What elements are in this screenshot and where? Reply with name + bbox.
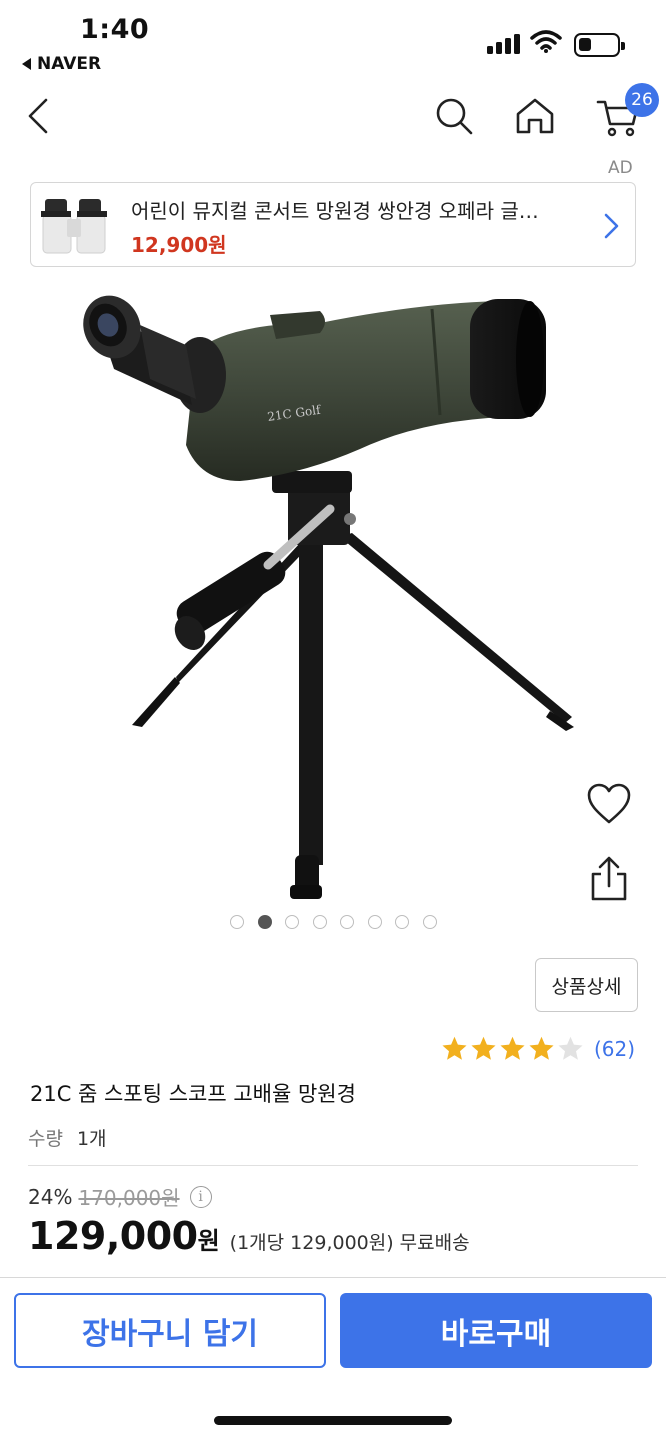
gallery-dot[interactable]: [422, 915, 437, 929]
bottom-bar-divider: [0, 1277, 666, 1278]
heart-icon[interactable]: [586, 783, 632, 825]
chevron-right-icon: [604, 213, 619, 239]
ad-price: 12,900원: [131, 233, 227, 257]
home-indicator[interactable]: [214, 1416, 452, 1425]
battery-icon: [574, 33, 625, 57]
quantity-label: 수량: [28, 1128, 63, 1150]
wifi-icon: [530, 30, 562, 53]
ad-label: AD: [608, 158, 633, 178]
product-rating[interactable]: (62): [441, 1035, 635, 1062]
back-app-label: NAVER: [37, 54, 102, 74]
price-row: 129,000 원 (1개당 129,000원) 무료배송: [28, 1214, 470, 1258]
ad-title: 어린이 뮤지컬 콘서트 망원경 쌍안경 오페라 글…: [131, 199, 539, 223]
home-icon[interactable]: [514, 96, 556, 136]
price-unit: 원: [197, 1227, 220, 1255]
ad-binoculars-thumbnail: [41, 199, 107, 254]
status-time: 1:40: [80, 14, 150, 45]
search-icon[interactable]: [434, 96, 474, 136]
back-triangle-icon: [22, 58, 31, 70]
gallery-dot[interactable]: [367, 915, 382, 929]
info-icon[interactable]: i: [189, 1185, 212, 1208]
gallery-dot[interactable]: [285, 915, 299, 929]
rating-stars: [441, 1035, 586, 1062]
buy-now-button[interactable]: 바로구매: [340, 1293, 652, 1368]
gallery-dot[interactable]: [230, 915, 244, 929]
quantity-value: 1개: [76, 1128, 107, 1150]
star-filled-icon: [500, 1036, 525, 1060]
star-filled-icon: [529, 1036, 554, 1060]
star-filled-icon: [442, 1036, 467, 1060]
add-to-cart-button[interactable]: 장바구니 담기: [14, 1293, 326, 1368]
star-empty-icon: [558, 1036, 583, 1060]
gallery-dot[interactable]: [312, 915, 327, 929]
product-title: 21C 줌 스포팅 스코프 고배율 망원경: [30, 1082, 356, 1106]
review-count[interactable]: (62): [594, 1037, 635, 1061]
gallery-dot[interactable]: [257, 915, 272, 929]
divider: [28, 1165, 638, 1166]
cart-count-badge: 26: [625, 83, 659, 117]
back-to-app[interactable]: NAVER: [22, 54, 101, 74]
back-chevron-icon[interactable]: [24, 96, 54, 136]
gallery-dot[interactable]: [340, 915, 354, 929]
discount-row: 24% 170,000원 i: [28, 1182, 212, 1211]
star-filled-icon: [471, 1036, 496, 1060]
original-price: 170,000원: [78, 1186, 180, 1210]
price-extra-info: (1개당 129,000원) 무료배송: [229, 1232, 470, 1254]
gallery-pagination: [0, 914, 666, 930]
discount-percent: 24%: [28, 1184, 73, 1209]
sale-price: 129,000: [28, 1214, 198, 1258]
product-image[interactable]: 21C Golf: [0, 275, 666, 915]
quantity-row: 수량 1개: [28, 1124, 107, 1151]
gallery-dot[interactable]: [395, 915, 409, 929]
share-icon[interactable]: [589, 856, 629, 902]
ad-banner[interactable]: 어린이 뮤지컬 콘서트 망원경 쌍안경 오페라 글… 12,900원: [30, 182, 636, 267]
signal-icon: [487, 34, 520, 54]
product-detail-button[interactable]: 상품상세: [535, 958, 638, 1012]
